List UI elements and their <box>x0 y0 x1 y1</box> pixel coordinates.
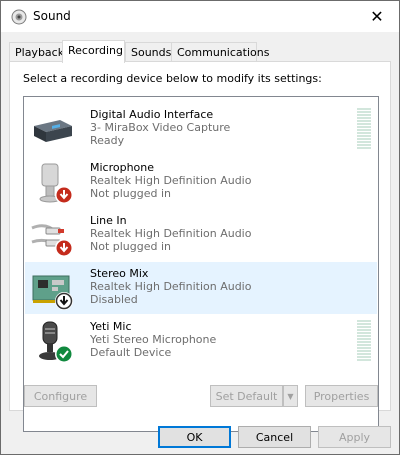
device-driver: Yeti Stereo Microphone <box>90 333 217 346</box>
instruction-text: Select a recording device below to modif… <box>23 72 322 85</box>
properties-button[interactable]: Properties <box>305 385 378 407</box>
device-status: Disabled <box>90 293 138 306</box>
level-meter <box>357 108 371 150</box>
device-driver: Realtek High Definition Audio <box>90 174 252 187</box>
device-driver: 3- MiraBox Video Capture <box>90 121 231 134</box>
tab-communications[interactable]: Communications <box>171 42 269 62</box>
tab-sounds[interactable]: Sounds <box>125 42 172 62</box>
configure-button[interactable]: Configure <box>24 385 97 407</box>
not-plugged-in-icon <box>55 239 73 257</box>
default-device-check-icon <box>55 345 73 363</box>
device-status: Ready <box>90 134 125 147</box>
close-button[interactable]: ✕ <box>355 1 399 32</box>
device-name: Yeti Mic <box>90 320 132 333</box>
device-status: Not plugged in <box>90 187 172 200</box>
disabled-icon <box>55 292 73 310</box>
sound-card-icon <box>32 275 73 310</box>
device-name: Line In <box>90 214 127 227</box>
capture-device-icon <box>34 120 72 142</box>
set-default-dropdown-button[interactable]: ▼ <box>283 385 298 407</box>
device-stereo-mix[interactable]: Stereo Mix Realtek High Definition Audio… <box>25 262 377 314</box>
device-name: Digital Audio Interface <box>90 108 214 121</box>
device-list[interactable]: Digital Audio Interface 3- MiraBox Video… <box>23 96 379 432</box>
device-driver: Realtek High Definition Audio <box>90 227 252 240</box>
sound-dialog: Sound ✕ Playback Recording Sounds Commun… <box>0 0 400 455</box>
level-meter <box>357 320 371 362</box>
tab-recording[interactable]: Recording <box>62 40 125 63</box>
device-name: Stereo Mix <box>90 267 149 280</box>
cancel-button[interactable]: Cancel <box>238 426 311 448</box>
device-yeti-mic[interactable]: Yeti Mic Yeti Stereo Microphone Default … <box>25 315 377 367</box>
device-driver: Realtek High Definition Audio <box>90 280 252 293</box>
apply-button[interactable]: Apply <box>318 426 391 448</box>
device-line-in[interactable]: Line In Realtek High Definition Audio No… <box>25 209 377 261</box>
set-default-button[interactable]: Set Default <box>210 385 283 407</box>
tab-playback[interactable]: Playback <box>9 42 64 62</box>
microphone-icon <box>39 163 73 204</box>
speaker-icon <box>11 9 27 25</box>
not-plugged-in-icon <box>55 186 73 204</box>
usb-microphone-icon <box>39 321 73 363</box>
chevron-down-icon: ▼ <box>287 391 294 401</box>
window-title: Sound <box>33 9 71 23</box>
recording-panel: Select a recording device below to modif… <box>9 61 391 432</box>
title-bar: Sound ✕ <box>1 1 399 32</box>
ok-button[interactable]: OK <box>158 426 231 448</box>
line-in-icon <box>31 224 73 257</box>
device-name: Microphone <box>90 161 155 174</box>
device-status: Default Device <box>90 346 172 359</box>
device-microphone[interactable]: Microphone Realtek High Definition Audio… <box>25 156 377 208</box>
device-status: Not plugged in <box>90 240 172 253</box>
close-icon: ✕ <box>370 7 384 26</box>
device-digital-audio-interface[interactable]: Digital Audio Interface 3- MiraBox Video… <box>25 103 377 155</box>
